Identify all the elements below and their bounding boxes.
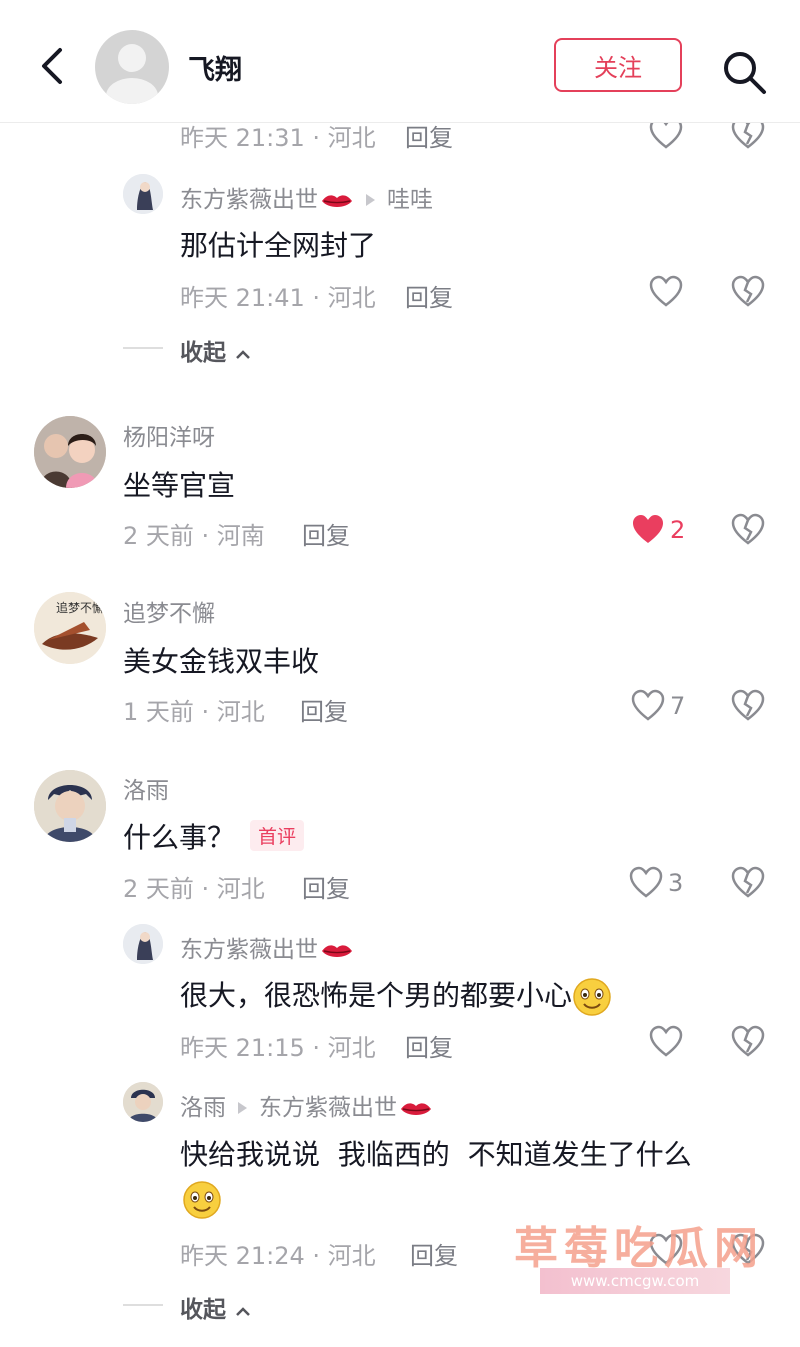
avatar[interactable] bbox=[34, 770, 106, 842]
chevron-left-icon[interactable] bbox=[36, 46, 68, 86]
avatar[interactable] bbox=[95, 30, 169, 104]
avatar-image bbox=[34, 416, 106, 488]
search-icon[interactable] bbox=[720, 48, 768, 96]
reply-author[interactable]: 洛雨 东方紫薇出世 bbox=[180, 1088, 433, 1122]
comment-meta: 2 天前 · 河北 bbox=[123, 875, 265, 903]
avatar[interactable] bbox=[34, 416, 106, 488]
comment-author[interactable]: 追梦不懈 bbox=[123, 594, 215, 628]
watermark-url: www.cmcgw.com bbox=[540, 1268, 730, 1294]
comment-text: 什么事？ bbox=[123, 821, 236, 854]
follow-button[interactable]: 关注 bbox=[554, 38, 682, 92]
reply-button[interactable]: 回复 bbox=[405, 278, 453, 313]
smile-emoji-icon bbox=[183, 1181, 221, 1219]
heart-icon[interactable] bbox=[648, 274, 684, 310]
smile-emoji-icon bbox=[573, 978, 611, 1016]
divider bbox=[123, 1304, 163, 1306]
comment-author[interactable]: 洛雨 bbox=[123, 771, 169, 805]
broken-heart-icon[interactable] bbox=[730, 865, 766, 901]
like-count: 7 bbox=[670, 692, 686, 720]
avatar[interactable]: 追梦不懈 bbox=[34, 592, 106, 664]
avatar[interactable] bbox=[123, 924, 163, 964]
broken-heart-icon[interactable] bbox=[730, 512, 766, 548]
reply-text: 快给我说说 我临西的 不知道发生了什么 bbox=[180, 1138, 692, 1171]
lips-emoji-icon bbox=[401, 1102, 431, 1115]
broken-heart-icon[interactable] bbox=[730, 274, 766, 310]
reply-button[interactable]: 回复 bbox=[302, 869, 350, 904]
heart-icon[interactable] bbox=[628, 865, 664, 901]
reply-button[interactable]: 回复 bbox=[302, 516, 350, 551]
comment-author[interactable]: 杨阳洋呀 bbox=[123, 418, 215, 452]
comment-meta: 昨天 21:31 · 河北 bbox=[180, 124, 376, 152]
default-user-icon bbox=[106, 44, 158, 104]
collapse-replies-button[interactable]: 收起 bbox=[180, 333, 252, 367]
comment-meta: 2 天前 · 河南 bbox=[123, 522, 265, 550]
comment-text: 坐等官宣 bbox=[123, 469, 236, 502]
comment-text: 美女金钱双丰收 bbox=[123, 645, 320, 678]
like-count: 2 bbox=[670, 516, 686, 544]
broken-heart-icon[interactable] bbox=[730, 688, 766, 724]
like-count: 3 bbox=[668, 869, 684, 897]
reply-text: 很大，很恐怖是个男的都要小心 bbox=[180, 974, 612, 1017]
reply-author[interactable]: 东方紫薇出世 bbox=[180, 930, 354, 964]
broken-heart-icon[interactable] bbox=[730, 1024, 766, 1060]
play-triangle-icon bbox=[238, 1101, 247, 1114]
avatar-image bbox=[34, 770, 106, 842]
avatar[interactable] bbox=[123, 174, 163, 214]
avatar-image: 追梦不懈 bbox=[34, 592, 106, 664]
avatar[interactable] bbox=[123, 1082, 163, 1122]
heart-icon[interactable] bbox=[630, 688, 666, 724]
comment-meta: 昨天 21:24 · 河北 bbox=[180, 1242, 376, 1270]
collapse-replies-button[interactable]: 收起 bbox=[180, 1290, 252, 1324]
reply-button[interactable]: 回复 bbox=[300, 692, 348, 727]
heart-icon[interactable] bbox=[648, 1024, 684, 1060]
reply-button[interactable]: 回复 bbox=[405, 118, 453, 153]
lips-emoji-icon bbox=[322, 944, 352, 957]
comment-meta: 1 天前 · 河北 bbox=[123, 698, 265, 726]
svg-text:追梦不懈: 追梦不懈 bbox=[56, 600, 104, 615]
top-bar: 飞翔 关注 bbox=[0, 0, 800, 123]
chevron-up-icon bbox=[236, 349, 250, 359]
avatar-image bbox=[123, 174, 163, 214]
first-comment-badge: 首评 bbox=[250, 820, 305, 851]
lips-emoji-icon bbox=[322, 194, 352, 207]
reply-text: 那估计全网封了 bbox=[180, 229, 377, 262]
reply-button[interactable]: 回复 bbox=[410, 1236, 458, 1271]
chevron-up-icon bbox=[236, 1306, 250, 1316]
heart-filled-icon[interactable] bbox=[630, 512, 666, 548]
play-triangle-icon bbox=[366, 193, 375, 206]
reply-button[interactable]: 回复 bbox=[405, 1028, 453, 1063]
comment-meta: 昨天 21:41 · 河北 bbox=[180, 284, 376, 312]
divider bbox=[123, 347, 163, 349]
avatar-image bbox=[123, 1082, 163, 1122]
page-title[interactable]: 飞翔 bbox=[188, 48, 242, 87]
reply-author[interactable]: 东方紫薇出世 哇哇 bbox=[180, 180, 433, 214]
watermark-logo: 草莓吃瓜网 bbox=[514, 1223, 764, 1274]
comment-meta: 昨天 21:15 · 河北 bbox=[180, 1034, 376, 1062]
avatar-image bbox=[123, 924, 163, 964]
